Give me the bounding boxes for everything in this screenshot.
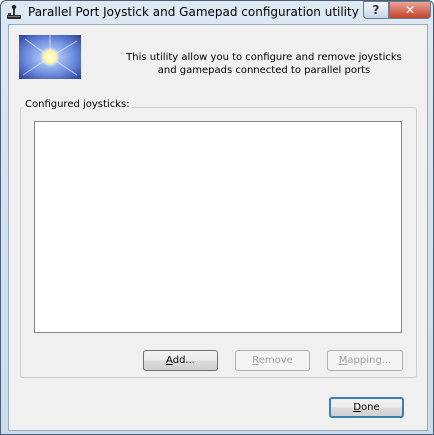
remove-label-rest: emove [258, 355, 293, 366]
dialog-client-area: This utility allow you to configure and … [8, 24, 428, 431]
joystick-icon [7, 4, 21, 19]
close-button[interactable]: ✕ [389, 1, 431, 19]
done-mnemonic: D [353, 402, 362, 413]
add-button[interactable]: Add... [143, 350, 218, 371]
help-button[interactable]: ? [363, 1, 389, 19]
done-label-rest: one [361, 402, 380, 413]
add-mnemonic: A [166, 355, 173, 366]
done-button[interactable]: Done [329, 397, 404, 418]
title-bar[interactable]: Parallel Port Joystick and Gamepad confi… [1, 1, 433, 23]
description-text: This utility allow you to configure and … [119, 51, 409, 77]
blue-flower-image [19, 35, 81, 79]
window-title: Parallel Port Joystick and Gamepad confi… [28, 5, 359, 19]
description-line-2: and gamepads connected to parallel ports [157, 65, 371, 76]
joystick-list[interactable] [34, 121, 402, 333]
description-line-1: This utility allow you to configure and … [126, 52, 402, 63]
mapping-button[interactable]: Mapping... [327, 350, 403, 371]
mapping-label-rest: apping... [347, 355, 392, 366]
dialog-window: Parallel Port Joystick and Gamepad confi… [0, 0, 434, 435]
group-label: Configured joysticks: [23, 99, 132, 110]
remove-button[interactable]: Remove [235, 350, 310, 371]
add-label-rest: dd... [172, 355, 195, 366]
